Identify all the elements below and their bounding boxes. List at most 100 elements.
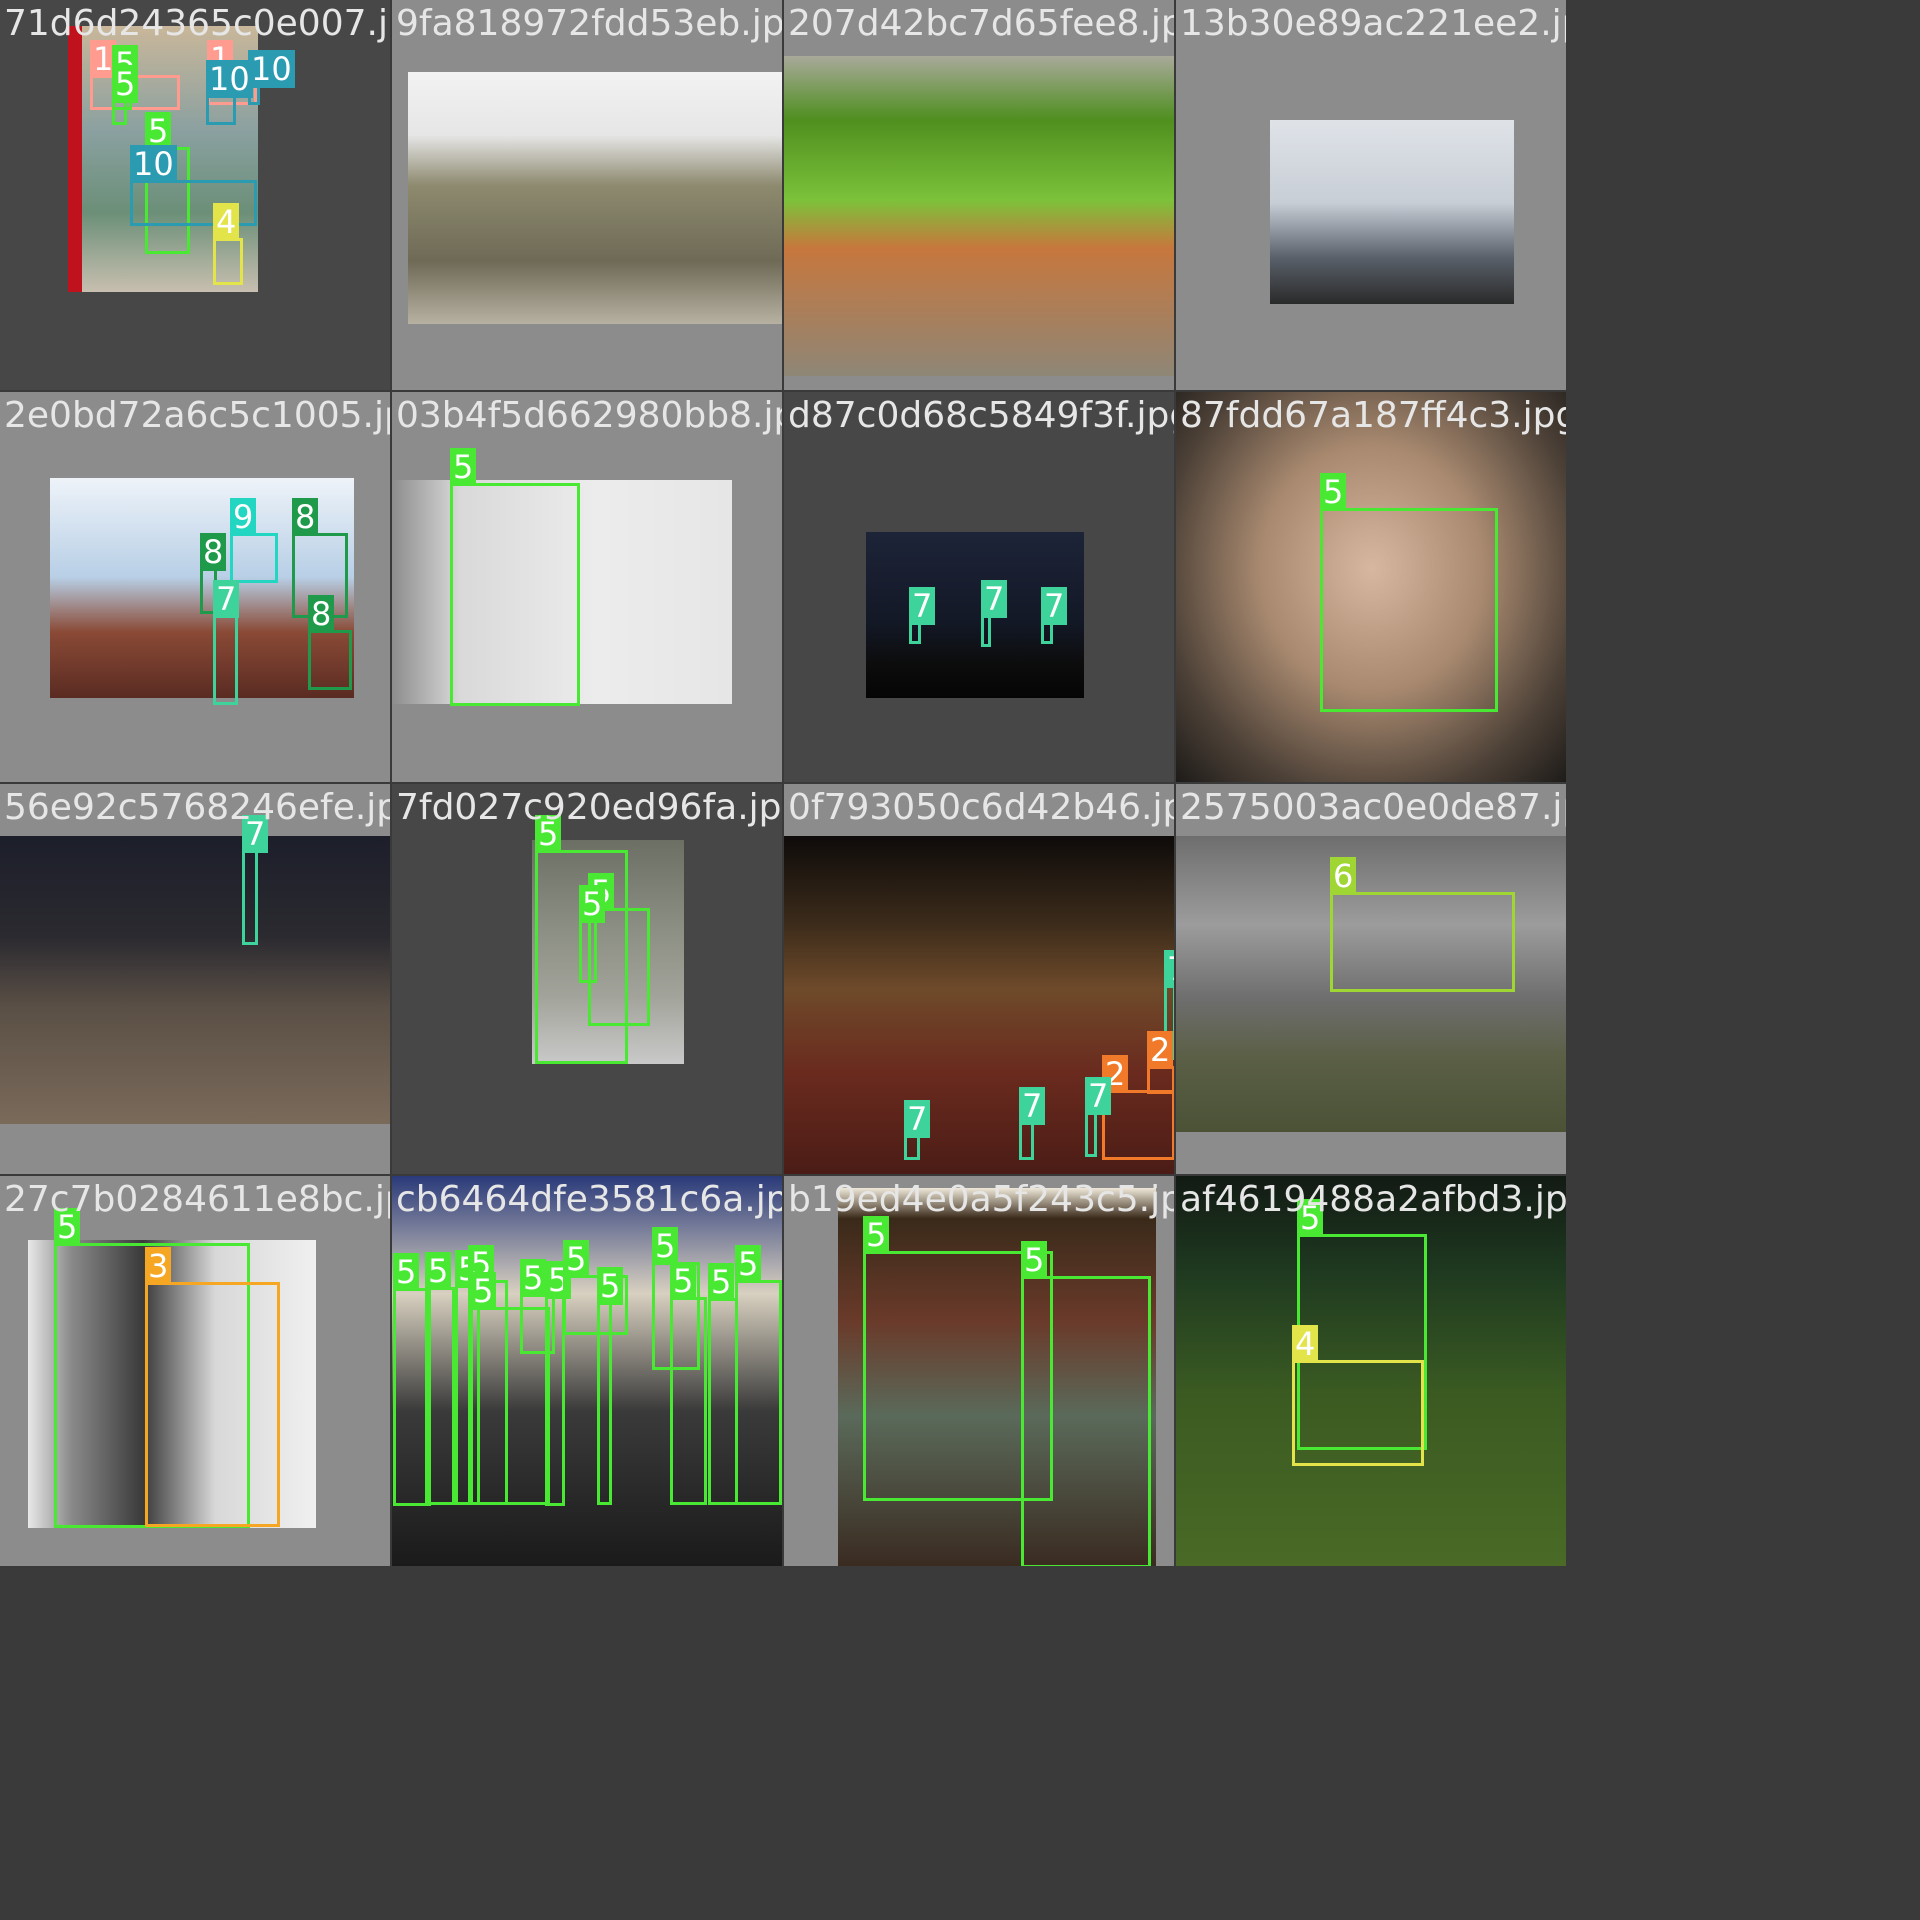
tile-file-name: 207d42bc7d65fee8.jpg <box>788 3 1174 44</box>
class-label-tag: 5 <box>1320 473 1347 511</box>
class-label-tag: 10 <box>206 60 253 98</box>
bounding-box: 3 <box>145 1247 280 1527</box>
tile-photo <box>0 836 390 1124</box>
bounding-box: 5 <box>112 65 139 125</box>
class-label-tag: 10 <box>130 145 177 183</box>
class-label-tag: 5 <box>597 1267 624 1305</box>
tile-file-name: 56e92c5768246efe.jpg <box>4 787 390 828</box>
class-label-tag: 8 <box>200 533 227 571</box>
bounding-box: 10 <box>206 60 253 125</box>
class-label-tag: 5 <box>520 1259 547 1297</box>
bounding-box: 7 <box>1041 587 1068 644</box>
tile-3: 207d42bc7d65fee8.jpg3 <box>784 0 1174 390</box>
bounding-box: 5 <box>588 873 650 1026</box>
tile-file-name: cb6464dfe3581c6a.jpg <box>396 1179 782 1220</box>
class-label-tag: 7 <box>904 1100 931 1138</box>
bounding-box: 4 <box>213 203 243 285</box>
class-label-tag: 5 <box>735 1245 762 1283</box>
tile-8: 87fdd67a187ff4c3.jpg 5 <box>1176 392 1566 782</box>
class-label-tag: 8 <box>308 595 335 633</box>
class-label-tag: 5 <box>470 1272 497 1310</box>
tile-12: 2575003ac0e0de87.jpg 6 <box>1176 784 1566 1174</box>
class-label-tag: 2 <box>1147 1031 1174 1069</box>
mosaic-grid: 71d6d24365c0e007.jpg1110105551049fa81897… <box>0 0 1920 1920</box>
class-label-tag: 7 <box>1164 950 1174 988</box>
tile-6: 03b4f5d662980bb8.jpg 5 <box>392 392 782 782</box>
bounding-box: 7 <box>981 580 1008 647</box>
magazine-spine <box>68 26 82 292</box>
tile-14: cb6464dfe3581c6a.jpg5555555555555 <box>392 1176 782 1566</box>
class-label-tag: 10 <box>248 50 295 88</box>
class-label-tag: 5 <box>670 1262 697 1300</box>
bounding-box: 4 <box>1292 1325 1424 1466</box>
tile-2: 9fa818972fdd53eb.jpg1010 <box>392 0 782 390</box>
bounding-box: 5 <box>670 1262 707 1505</box>
bounding-box: 5 <box>1021 1241 1151 1566</box>
tile-file-name: d87c0d68c5849f3f.jpg <box>788 395 1174 436</box>
class-label-tag: 5 <box>393 1253 420 1291</box>
class-label-tag: 5 <box>579 885 606 923</box>
class-label-tag: 7 <box>1085 1077 1112 1115</box>
tile-16: af4619488a2afbd3.jpg 5 4 <box>1176 1176 1566 1566</box>
tile-file-name: 13b30e89ac221ee2.jpg <box>1180 3 1566 44</box>
class-label-tag: 7 <box>1019 1087 1046 1125</box>
tile-file-name: 71d6d24365c0e007.jpg <box>4 3 390 44</box>
tile-7: d87c0d68c5849f3f.jpg 7 7 7 <box>784 392 1174 782</box>
class-label-tag: 5 <box>450 448 477 486</box>
class-label-tag: 7 <box>909 587 936 625</box>
bounding-box: 7 <box>213 580 240 705</box>
tile-15: b19ed4e0a5f243c5.jpg 5 5 <box>784 1176 1174 1566</box>
tile-11: 0f793050c6d42b46.jpg722777 <box>784 784 1174 1174</box>
class-label-tag: 5 <box>708 1263 735 1301</box>
class-label-tag: 7 <box>981 580 1008 618</box>
tile-photo <box>784 56 1174 376</box>
bounding-box: 6 <box>1330 857 1515 992</box>
bounding-box: 5 <box>708 1263 738 1505</box>
bounding-box: 7 <box>904 1100 931 1160</box>
class-label-tag: 7 <box>213 580 240 618</box>
bounding-box: 9 <box>230 498 278 583</box>
bounding-box: 5 <box>545 1261 572 1506</box>
tile-file-name: 87fdd67a187ff4c3.jpg <box>1180 395 1566 436</box>
class-label-tag: 8 <box>292 498 319 536</box>
class-label-tag: 5 <box>425 1252 452 1290</box>
tile-file-name: 0f793050c6d42b46.jpg <box>788 787 1174 828</box>
bounding-box: 5 <box>735 1245 782 1505</box>
class-label-tag: 5 <box>1021 1241 1048 1279</box>
bounding-box: 7 <box>1085 1077 1112 1157</box>
bounding-box: 7 <box>1019 1087 1046 1160</box>
tile-file-name: 03b4f5d662980bb8.jpg <box>396 395 782 436</box>
class-label-tag: 4 <box>213 203 240 241</box>
class-label-tag: 5 <box>563 1240 590 1278</box>
bounding-box: 8 <box>308 595 352 690</box>
class-label-tag: 4 <box>1292 1325 1319 1363</box>
tile-file-name: af4619488a2afbd3.jpg <box>1180 1179 1566 1220</box>
class-label-tag: 6 <box>1330 857 1357 895</box>
bounding-box: 5 <box>450 448 580 706</box>
class-label-tag: 5 <box>652 1227 679 1265</box>
tile-file-name: 2e0bd72a6c5c1005.jpg <box>4 395 390 436</box>
bounding-box: 5 <box>1320 473 1498 712</box>
tile-file-name: 27c7b0284611e8bc.jpg <box>4 1179 390 1220</box>
tile-4: 13b30e89ac221ee2.jpg8998892222 <box>1176 0 1566 390</box>
class-label-tag: 9 <box>230 498 257 536</box>
tile-file-name: b19ed4e0a5f243c5.jpg <box>788 1179 1174 1220</box>
class-label-tag: 7 <box>1041 587 1068 625</box>
class-label-tag: 5 <box>112 65 139 103</box>
tile-10: 7fd027c920ed96fa.jpg555 <box>392 784 782 1174</box>
class-label-tag: 3 <box>145 1247 172 1285</box>
bounding-box: 2 <box>1102 1055 1174 1160</box>
tile-photo <box>408 72 782 324</box>
tile-9: 56e92c5768246efe.jpg 7 <box>0 784 390 1174</box>
tile-photo <box>1270 120 1514 304</box>
tile-1: 71d6d24365c0e007.jpg111010555104 <box>0 0 390 390</box>
tile-file-name: 9fa818972fdd53eb.jpg <box>396 3 782 44</box>
tile-file-name: 7fd027c920ed96fa.jpg <box>396 787 782 828</box>
bounding-box: 5 <box>579 885 606 983</box>
tile-13: 27c7b0284611e8bc.jpg 5 3 <box>0 1176 390 1566</box>
tile-5: 2e0bd72a6c5c1005.jpg 9 8 8 7 8 <box>0 392 390 782</box>
bounding-box: 5 <box>597 1267 624 1505</box>
bounding-box: 5 <box>425 1252 455 1505</box>
bounding-box: 7 <box>909 587 936 644</box>
bounding-box: 7 <box>242 815 269 945</box>
